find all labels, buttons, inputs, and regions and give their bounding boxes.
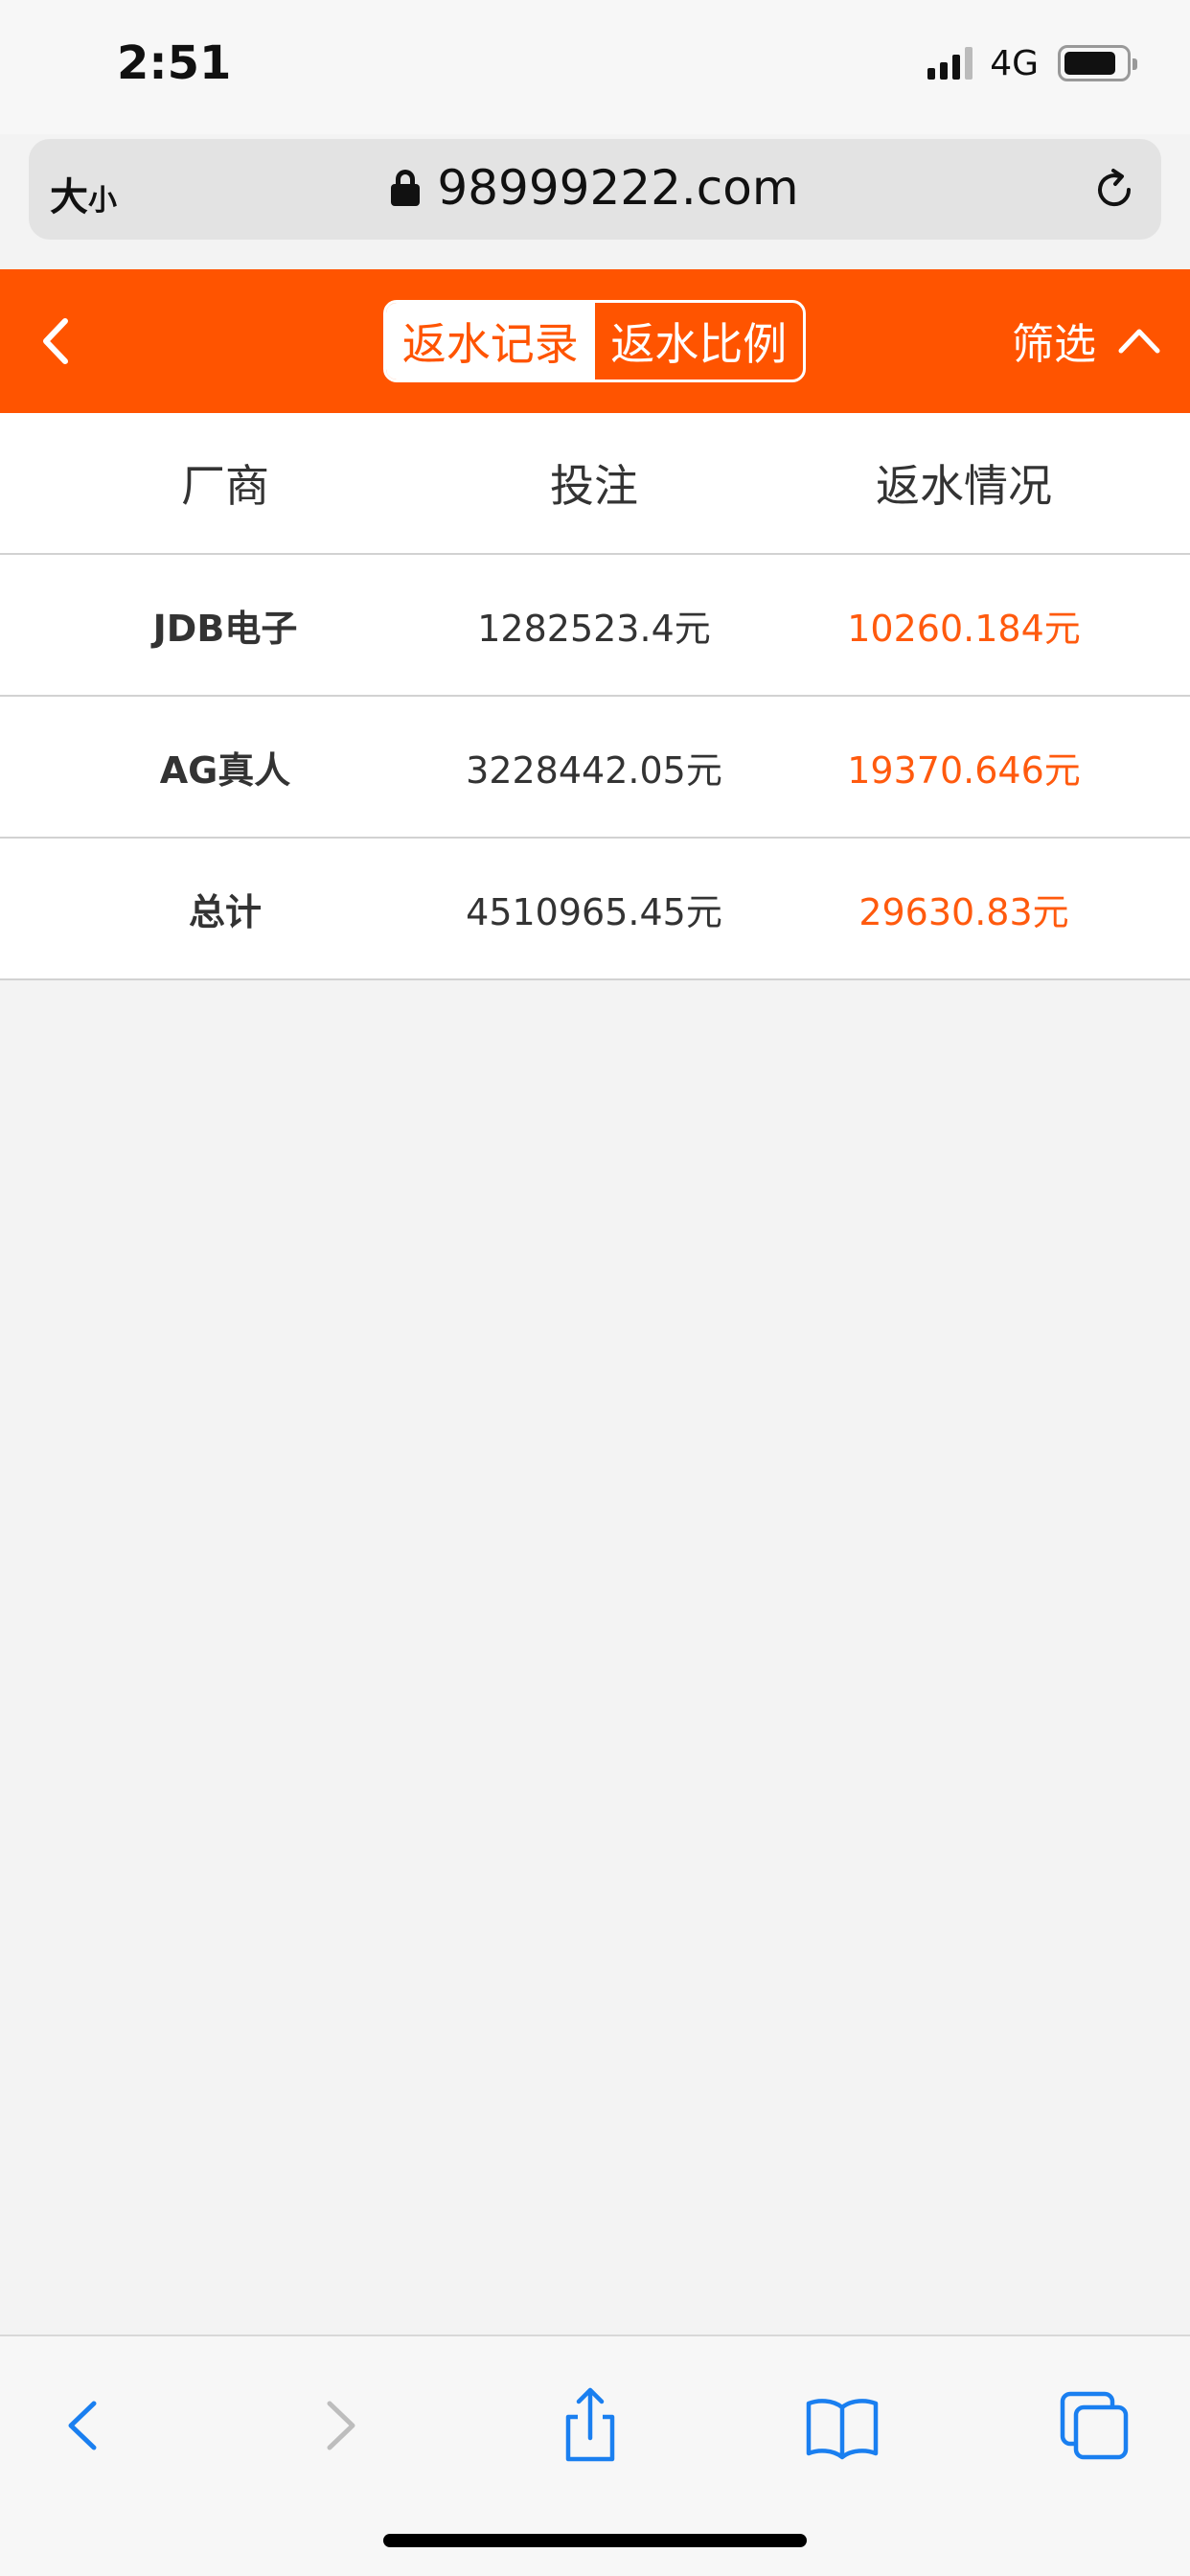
rebate-cell: 29630.83元	[858, 890, 1069, 933]
rebate-table: 厂商 投注 返水情况 JDB电子 1282523.4元 10260.184元 A…	[0, 413, 1190, 980]
vendor-cell: 总计	[188, 890, 262, 933]
filter-label: 筛选	[1012, 320, 1096, 369]
chevron-up-icon	[1118, 329, 1160, 354]
bet-cell: 3228442.05元	[466, 748, 722, 792]
back-icon[interactable]	[40, 2382, 126, 2469]
tab-rebate-records[interactable]: 返水记录	[386, 303, 595, 380]
bet-cell: 4510965.45元	[466, 890, 722, 933]
tabs-icon[interactable]	[1051, 2382, 1137, 2469]
status-time: 2:51	[117, 36, 232, 90]
battery-icon	[1058, 45, 1137, 81]
bet-cell: 1282523.4元	[477, 607, 711, 650]
share-icon[interactable]	[547, 2382, 633, 2469]
header-vendor: 厂商	[181, 460, 269, 512]
rebate-cell: 10260.184元	[847, 607, 1081, 650]
vendor-cell: AG真人	[159, 748, 291, 792]
bookmarks-icon[interactable]	[799, 2382, 885, 2469]
header-bet: 投注	[550, 460, 638, 512]
status-bar: 2:51 4G	[0, 0, 1190, 134]
header-rebate: 返水情况	[876, 460, 1052, 512]
rebate-cell: 19370.646元	[847, 748, 1081, 792]
tab-rebate-ratio[interactable]: 返水比例	[595, 303, 804, 380]
forward-icon[interactable]	[297, 2382, 383, 2469]
table-row: AG真人 3228442.05元 19370.646元	[0, 697, 1190, 839]
url-text[interactable]: 98999222.com	[437, 160, 798, 216]
table-row: JDB电子 1282523.4元 10260.184元	[0, 555, 1190, 697]
reload-icon[interactable]	[1090, 166, 1138, 214]
network-type: 4G	[990, 43, 1039, 83]
back-arrow-icon[interactable]	[36, 315, 75, 367]
status-indicators: 4G	[927, 43, 1137, 83]
filter-button[interactable]: 筛选	[1012, 310, 1161, 371]
home-indicator	[383, 2534, 807, 2547]
vendor-cell: JDB电子	[152, 607, 298, 650]
address-bar[interactable]: 大小 98999222.com	[29, 139, 1161, 240]
app-header: 返水记录 返水比例 筛选	[0, 269, 1190, 413]
signal-icon	[927, 47, 973, 80]
table-header-row: 厂商 投注 返水情况	[0, 413, 1190, 555]
record-tabs: 返水记录 返水比例	[383, 300, 806, 382]
lock-icon	[391, 170, 421, 206]
table-row-total: 总计 4510965.45元 29630.83元	[0, 839, 1190, 980]
